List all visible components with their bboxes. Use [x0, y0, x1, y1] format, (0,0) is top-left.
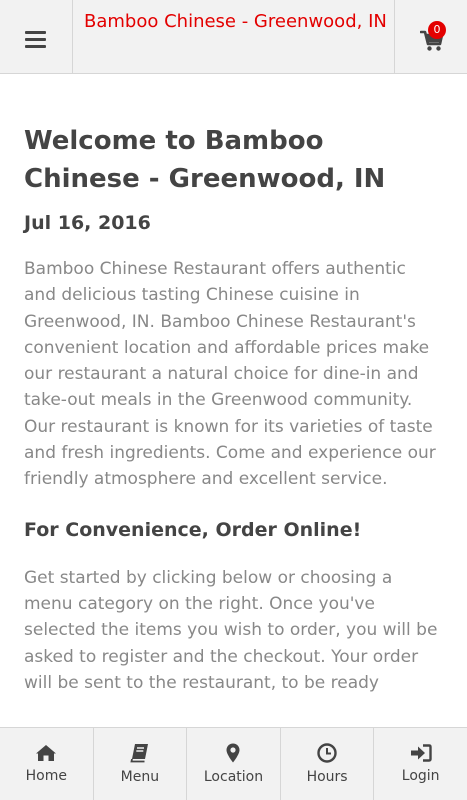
order-online-heading: For Convenience, Order Online! [24, 518, 362, 541]
restaurant-title-link[interactable]: Bamboo Chinese - Greenwood, IN [84, 11, 387, 32]
hamburger-icon-bar [25, 38, 46, 41]
nav-location-label: Location [203, 769, 264, 785]
map-marker-icon [226, 743, 240, 763]
instructions-paragraph: Get started by clicking below or choosin… [24, 567, 438, 693]
nav-hours-label: Hours [306, 769, 348, 785]
nav-location[interactable]: Location [187, 728, 281, 800]
nav-hours[interactable]: Hours [281, 728, 375, 800]
nav-menu[interactable]: Menu [94, 728, 188, 800]
menu-toggle-button[interactable] [0, 0, 73, 73]
page-title: Welcome to Bamboo Chinese - Greenwood, I… [24, 126, 386, 194]
cart-button[interactable]: 0 [394, 0, 467, 73]
nav-menu-label: Menu [120, 769, 160, 785]
nav-home-label: Home [25, 768, 67, 784]
main-content: Welcome to Bamboo Chinese - Greenwood, I… [0, 74, 467, 727]
app-header: Bamboo Chinese - Greenwood, IN 0 [0, 0, 467, 74]
hamburger-icon-bar [25, 45, 46, 48]
nav-home[interactable]: Home [0, 728, 94, 800]
bottom-navigation: Home Menu Location Hours Login [0, 727, 467, 800]
book-icon [130, 744, 148, 763]
nav-login[interactable]: Login [374, 728, 467, 800]
cart-count-badge: 0 [428, 21, 446, 39]
clock-icon [317, 743, 337, 763]
nav-login-label: Login [401, 768, 440, 784]
intro-paragraph: Bamboo Chinese Restaurant offers authent… [24, 259, 436, 490]
sign-in-icon [410, 744, 432, 762]
post-date: Jul 16, 2016 [24, 212, 151, 234]
hamburger-icon [25, 31, 46, 34]
home-icon [36, 745, 57, 761]
